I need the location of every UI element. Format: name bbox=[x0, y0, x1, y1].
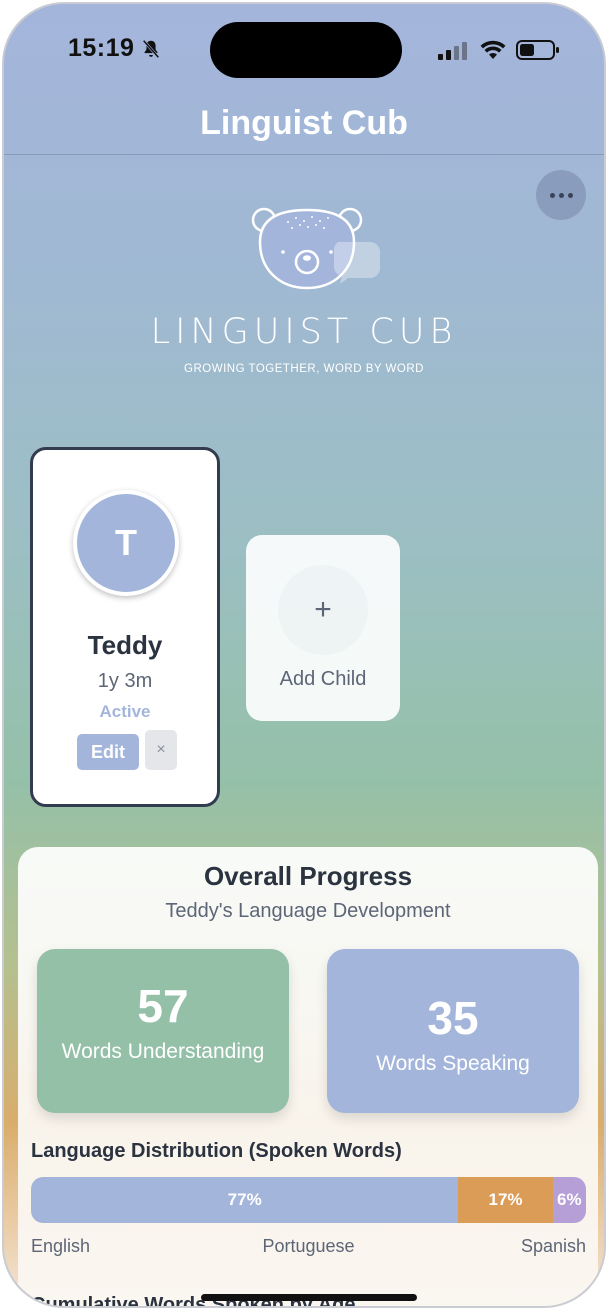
plus-icon: + bbox=[278, 565, 368, 655]
progress-subtitle: Teddy's Language Development bbox=[165, 900, 451, 922]
home-indicator bbox=[201, 1294, 417, 1301]
words-understanding-label: Words Understanding bbox=[61, 1040, 265, 1063]
dynamic-island bbox=[210, 22, 402, 78]
logo-tagline: GROWING TOGETHER, WORD BY WORD bbox=[184, 363, 424, 375]
language-distribution-title: Language Distribution (Spoken Words) bbox=[31, 1140, 402, 1162]
cellular-signal-icon bbox=[438, 42, 467, 60]
bell-slash-icon bbox=[142, 39, 160, 59]
more-dots-icon bbox=[549, 192, 555, 198]
words-understanding-count: 57 bbox=[137, 980, 189, 1032]
remove-child-button[interactable]: × bbox=[145, 730, 177, 770]
wifi-icon bbox=[480, 40, 506, 59]
bear-logo-icon bbox=[251, 207, 380, 290]
child-name: Teddy bbox=[87, 630, 163, 660]
distribution-segment-spanish: 6% bbox=[552, 1177, 586, 1223]
more-dot bbox=[558, 192, 564, 198]
more-dot bbox=[567, 192, 573, 198]
words-speaking-label: Words Speaking bbox=[376, 1052, 530, 1075]
distribution-segment-portuguese: 17% bbox=[458, 1177, 553, 1223]
add-child-button[interactable]: + Add Child bbox=[246, 535, 400, 721]
language-distribution-bar: 77% 17% 6% bbox=[31, 1177, 586, 1223]
words-speaking-card[interactable]: 35 Words Speaking bbox=[327, 949, 579, 1113]
header-divider bbox=[4, 154, 604, 155]
overall-progress-panel: Overall Progress Teddy's Language Develo… bbox=[18, 847, 598, 1306]
logo-wordmark: LINGUIST CUB bbox=[150, 312, 458, 352]
child-avatar: T bbox=[73, 490, 179, 596]
distribution-segment-english: 77% bbox=[31, 1177, 459, 1223]
progress-title: Overall Progress bbox=[203, 861, 413, 891]
child-age: 1y 3m bbox=[97, 670, 153, 692]
legend-portuguese: Portuguese bbox=[262, 1236, 355, 1256]
edit-child-button[interactable]: Edit bbox=[77, 734, 139, 770]
child-card-teddy[interactable]: T Teddy 1y 3m Active Edit × bbox=[30, 447, 220, 807]
app-title: Linguist Cub bbox=[200, 104, 408, 142]
status-time: 15:19 bbox=[68, 34, 135, 62]
more-options-button[interactable] bbox=[536, 170, 586, 220]
add-child-label: Add Child bbox=[279, 668, 367, 690]
words-understanding-card[interactable]: 57 Words Understanding bbox=[37, 949, 289, 1113]
legend-spanish: Spanish bbox=[520, 1236, 586, 1256]
status-bar: 15:19 bbox=[4, 4, 604, 99]
phone-screen: 15:19 Linguist Cub LINGUIST CUB GROWING … bbox=[2, 2, 606, 1308]
distribution-legend: English Portuguese Spanish bbox=[31, 1236, 586, 1260]
child-status-badge: Active bbox=[99, 702, 151, 721]
words-speaking-count: 35 bbox=[427, 992, 479, 1044]
battery-icon bbox=[516, 40, 559, 60]
